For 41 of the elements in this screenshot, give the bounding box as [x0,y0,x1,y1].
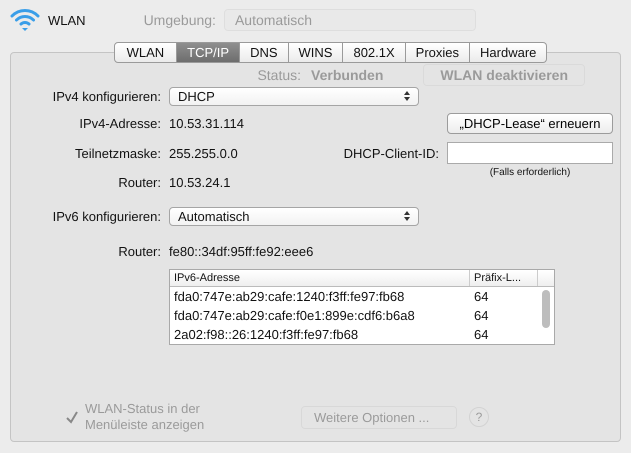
checkbox-label: WLAN-Status in der Menüleiste anzeigen [85,401,206,433]
tab[interactable]: DNS [240,42,289,63]
stepper-arrows-icon [404,91,410,101]
field-label: IPv6 konfigurieren: [52,208,161,224]
ipv4-config-popup[interactable]: DHCP [169,86,419,106]
checkmark-icon[interactable] [65,410,79,424]
status-label: Status: [257,67,302,83]
table-cell-text: 2a02:f98::26:1240:f3ff:fe97:fb68 [173,326,360,344]
scrollbar-thumb[interactable] [542,290,550,328]
tab[interactable]: 802.1X [343,42,406,63]
wifi-icon [10,7,40,33]
field-value: 10.53.31.114 [169,116,245,130]
stepper-arrows-icon [404,211,410,221]
status-value: Verbunden [311,67,384,83]
tab[interactable]: Proxies [406,42,470,63]
field-label: IPv4-Adresse: [78,116,161,130]
field-label: Router: [117,174,161,190]
field-value: 255.255.0.0 [169,146,239,160]
column-header[interactable]: Präfix-L... [470,270,538,286]
tab[interactable]: WLAN [114,42,178,63]
tab[interactable]: Hardware [470,42,548,63]
hint-text: (Falls erforderlich) [490,167,570,178]
table-cell-text: 64 [473,288,490,306]
ipv6-config-popup[interactable]: Automatisch [169,206,419,226]
tab[interactable]: TCP/IP [177,42,240,63]
table-cell-text: 64 [473,307,490,325]
location-label: Umgebung: [144,12,216,28]
table-cell-text: fda0:747e:ab29:cafe:1240:f3ff:fe97:fb68 [173,288,406,306]
table-cell-text: 64 [473,326,490,344]
renew-lease-button[interactable]: „DHCP-Lease“ erneuern [447,112,613,134]
field-label: IPv4 konfigurieren: [52,88,161,104]
client-id-field[interactable] [447,142,613,164]
tab[interactable]: WINS [288,42,344,63]
table-cell-text: fda0:747e:ab29:cafe:f0e1:899e:cdf6:b6a8 [173,307,416,325]
window-title: WLAN [48,12,86,28]
column-header[interactable]: IPv6-Adresse [170,270,470,286]
field-value: 10.53.24.1 [169,174,232,190]
field-value: fe80::34df:95ff:fe92:eee6 [169,244,314,258]
field-label: Router: [117,244,161,258]
field-label: DHCP-Client-ID: [342,146,439,160]
field-label: Teilnetzmaske: [74,146,161,160]
